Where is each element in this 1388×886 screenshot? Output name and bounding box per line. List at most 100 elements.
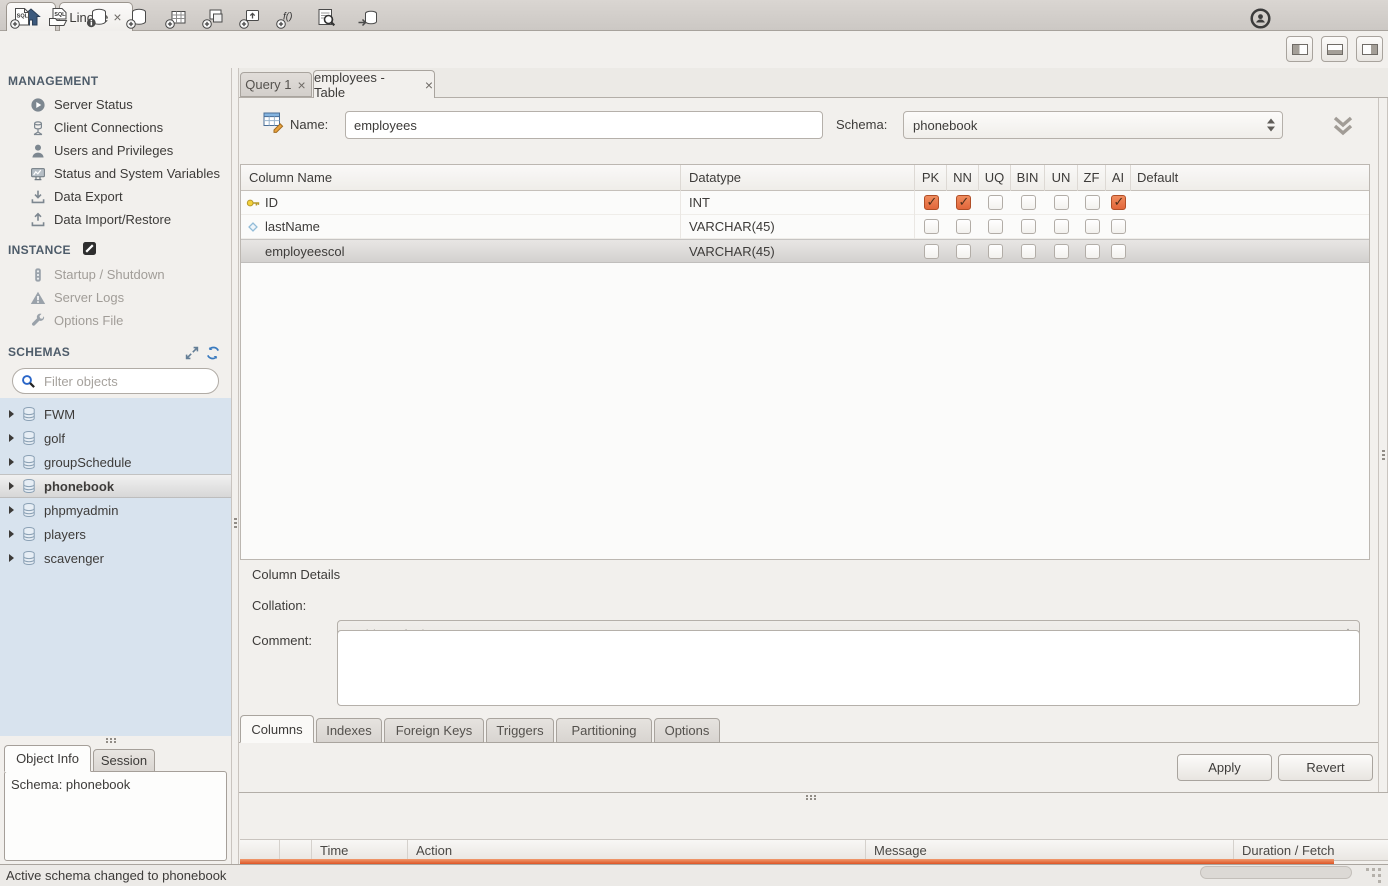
apply-button[interactable]: Apply [1177, 754, 1272, 781]
resize-grip-icon[interactable] [1366, 868, 1369, 871]
cell-column-name[interactable]: lastName [241, 215, 681, 239]
create-procedure-button[interactable] [237, 5, 263, 31]
create-table-button[interactable] [163, 5, 189, 31]
checkbox-bin[interactable] [1021, 244, 1036, 259]
checkbox-ai[interactable] [1111, 219, 1126, 234]
column-header[interactable]: BIN [1011, 165, 1045, 191]
sidebar-item-startup-shutdown[interactable]: Startup / Shutdown [0, 263, 231, 286]
create-view-button[interactable] [200, 5, 226, 31]
column-header[interactable]: PK [915, 165, 947, 191]
output-panel-splitter[interactable] [239, 792, 1388, 793]
horizontal-scrollbar-thumb[interactable] [1200, 866, 1352, 879]
schema-filter-input[interactable] [42, 373, 196, 390]
column-header[interactable]: NN [947, 165, 979, 191]
close-icon[interactable]: × [112, 10, 122, 24]
sidebar-item-client-connections[interactable]: Client Connections [0, 116, 231, 139]
tab-query-1[interactable]: Query 1 × [240, 72, 312, 97]
checkbox-pk[interactable] [924, 244, 939, 259]
expander-icon[interactable] [9, 506, 14, 514]
output-splitter-grip[interactable] [806, 795, 808, 797]
checkbox-uq[interactable] [988, 219, 1003, 234]
checkbox-un[interactable] [1054, 195, 1069, 210]
expander-icon[interactable] [9, 458, 14, 466]
column-header[interactable]: ZF [1078, 165, 1106, 191]
schema-item-fwm[interactable]: FWM [0, 402, 231, 426]
open-sql-script-button[interactable]: SQL [45, 5, 71, 31]
tab-object-info[interactable]: Object Info [4, 745, 91, 772]
checkbox-uq[interactable] [988, 244, 1003, 259]
checkbox-nn[interactable] [956, 219, 971, 234]
checkbox-nn[interactable] [956, 244, 971, 259]
checkbox-pk[interactable] [924, 219, 939, 234]
schema-item-players[interactable]: players [0, 522, 231, 546]
create-function-button[interactable]: f() [274, 5, 300, 31]
cell-default[interactable] [1131, 215, 1369, 239]
checkbox-ai[interactable] [1111, 244, 1126, 259]
schema-filter[interactable] [12, 368, 219, 394]
spinner-icon[interactable] [1267, 119, 1275, 132]
create-schema-button[interactable] [124, 5, 150, 31]
cell-column-name[interactable]: employeescol [241, 240, 681, 264]
comment-textarea[interactable] [337, 630, 1360, 706]
expander-icon[interactable] [9, 434, 14, 442]
schema-item-groupschedule[interactable]: groupSchedule [0, 450, 231, 474]
toggle-bottom-panel-button[interactable] [1321, 36, 1348, 62]
checkbox-zf[interactable] [1085, 244, 1100, 259]
checkbox-un[interactable] [1054, 244, 1069, 259]
schema-select[interactable]: phonebook [903, 111, 1283, 139]
expand-form-chevron-icon[interactable] [1328, 113, 1358, 139]
cell-default[interactable] [1131, 240, 1369, 264]
checkbox-un[interactable] [1054, 219, 1069, 234]
revert-button[interactable]: Revert [1278, 754, 1373, 781]
sidebar-item-status-system-variables[interactable]: Status and System Variables [0, 162, 231, 185]
sidebar-splitter-grip[interactable] [106, 738, 108, 740]
checkbox-bin[interactable] [1021, 219, 1036, 234]
table-row[interactable]: lastName VARCHAR(45) [241, 215, 1369, 239]
expander-icon[interactable] [9, 530, 14, 538]
sidebar-item-server-status[interactable]: Server Status [0, 93, 231, 116]
tab-options[interactable]: Options [654, 718, 720, 743]
cell-datatype[interactable]: VARCHAR(45) [681, 215, 915, 239]
checkbox-zf[interactable] [1085, 219, 1100, 234]
column-header[interactable]: UQ [979, 165, 1011, 191]
close-icon[interactable]: × [297, 78, 307, 92]
schema-item-golf[interactable]: golf [0, 426, 231, 450]
checkbox-uq[interactable] [988, 195, 1003, 210]
reconnect-database-button[interactable] [355, 5, 381, 31]
checkbox-pk[interactable] [924, 195, 939, 210]
left-splitter[interactable] [231, 68, 239, 864]
schema-item-phpmyadmin[interactable]: phpmyadmin [0, 498, 231, 522]
checkbox-zf[interactable] [1085, 195, 1100, 210]
expander-icon[interactable] [9, 482, 14, 490]
tab-session[interactable]: Session [93, 749, 155, 772]
sidebar-item-server-logs[interactable]: Server Logs [0, 286, 231, 309]
tab-columns[interactable]: Columns [240, 715, 314, 743]
schema-item-phonebook[interactable]: phonebook [0, 474, 231, 498]
checkbox-ai[interactable] [1111, 195, 1126, 210]
user-circle-button[interactable] [1247, 5, 1273, 31]
right-splitter[interactable] [1378, 98, 1388, 792]
checkbox-bin[interactable] [1021, 195, 1036, 210]
table-name-input[interactable] [345, 111, 823, 139]
cell-default[interactable] [1131, 191, 1369, 215]
column-header[interactable]: Column Name [241, 165, 681, 191]
toggle-left-panel-button[interactable] [1286, 36, 1313, 62]
tab-partitioning[interactable]: Partitioning [556, 718, 652, 743]
cell-datatype[interactable]: VARCHAR(45) [681, 240, 915, 264]
toggle-right-panel-button[interactable] [1356, 36, 1383, 62]
cell-column-name[interactable]: ID [241, 191, 681, 215]
checkbox-nn[interactable] [956, 195, 971, 210]
sidebar-item-data-export[interactable]: Data Export [0, 185, 231, 208]
column-header[interactable]: UN [1045, 165, 1078, 191]
schema-item-scavenger[interactable]: scavenger [0, 546, 231, 570]
refresh-schemas-icon[interactable] [206, 346, 220, 360]
column-header[interactable]: AI [1106, 165, 1131, 191]
schema-inspector-button[interactable] [84, 5, 110, 31]
cell-datatype[interactable]: INT [681, 191, 915, 215]
tab-foreign-keys[interactable]: Foreign Keys [384, 718, 484, 743]
sidebar-item-data-import[interactable]: Data Import/Restore [0, 208, 231, 231]
close-icon[interactable]: × [424, 78, 434, 92]
column-header[interactable]: Datatype [681, 165, 915, 191]
tab-employees-table[interactable]: employees - Table × [313, 70, 435, 98]
expander-icon[interactable] [9, 554, 14, 562]
